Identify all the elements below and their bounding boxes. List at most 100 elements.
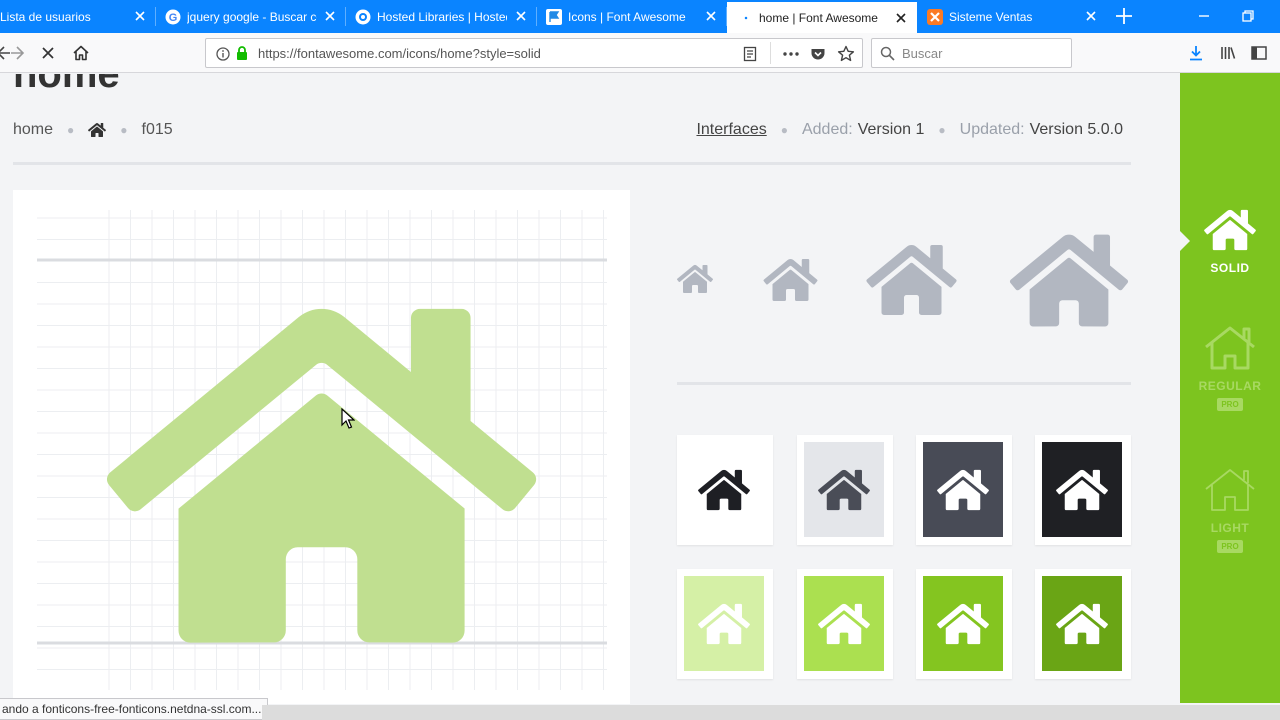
home-swatch-icon — [698, 603, 750, 644]
tab-icons-font-awesome[interactable]: Icons | Font Awesome — [537, 0, 727, 33]
swatch-background — [804, 576, 884, 671]
home-glyph-icon — [88, 123, 107, 137]
updated-label: Updated: — [959, 121, 1025, 138]
minimize-icon[interactable] — [1196, 8, 1212, 24]
home-swatch-icon — [937, 603, 989, 644]
tab-jquery-google[interactable]: G jquery google - Buscar con Google — [156, 0, 346, 33]
secure-lock-icon[interactable] — [235, 45, 249, 61]
tab-lista-de-usuarios[interactable]: Lista de usuarios — [0, 0, 156, 33]
close-icon[interactable] — [1083, 8, 1099, 24]
horizontal-scrollbar[interactable] — [262, 705, 1280, 720]
added-version: Version 1 — [857, 121, 925, 138]
tab-label: home | Font Awesome — [759, 10, 878, 25]
close-icon[interactable] — [893, 10, 909, 26]
swatch-background — [804, 442, 884, 537]
style-option-solid[interactable]: SOLID — [1180, 207, 1280, 275]
library-icon[interactable] — [1219, 44, 1237, 62]
tab-home-font-awesome[interactable]: home | Font Awesome — [727, 0, 917, 33]
color-swatch-tile[interactable] — [797, 569, 893, 679]
tab-label: jquery google - Buscar con Google — [187, 9, 317, 24]
search-box[interactable]: Buscar — [871, 38, 1072, 68]
reader-view-icon[interactable] — [742, 46, 758, 62]
pocket-icon[interactable] — [810, 46, 826, 62]
home-swatch-icon — [1056, 603, 1108, 644]
url-bar[interactable]: https://fontawesome.com/icons/home?style… — [205, 38, 863, 68]
divider — [677, 382, 1131, 385]
color-swatch-tile[interactable] — [1035, 569, 1131, 679]
svg-text:G: G — [169, 12, 178, 24]
downloads-icon[interactable] — [1187, 44, 1205, 62]
home-swatch-icon — [937, 469, 989, 510]
restore-icon[interactable] — [1240, 8, 1256, 24]
tab-sisteme-ventas[interactable]: Sisteme Ventas — [917, 0, 1107, 33]
color-swatch-tile[interactable] — [677, 435, 773, 545]
color-swatch-tile[interactable] — [916, 569, 1012, 679]
stop-loading-icon[interactable] — [39, 44, 57, 62]
search-icon — [880, 46, 895, 61]
mouse-cursor-icon — [341, 408, 355, 429]
icon-name-label: home — [13, 121, 54, 138]
style-label-solid: SOLID — [1210, 261, 1250, 275]
style-option-light[interactable]: LIGHT PRO — [1180, 467, 1280, 554]
new-tab-plus-icon[interactable] — [1113, 5, 1135, 27]
updated-version: Version 5.0.0 — [1029, 121, 1123, 138]
loading-dot-icon — [744, 16, 748, 19]
home-regular-icon — [1205, 326, 1255, 370]
icon-meta-row: home ● ● f015 Interfaces ● Added: Versio… — [13, 121, 1131, 143]
bookmark-star-icon[interactable] — [837, 45, 855, 63]
tab-strip: Lista de usuarios G jquery google - Busc… — [0, 0, 1280, 33]
page-content: home home ● ● f015 Interfaces ● Added: V… — [0, 74, 1180, 704]
home-solid-icon — [1204, 209, 1256, 251]
swatch-background — [923, 576, 1003, 671]
home-swatch-icon — [818, 603, 870, 644]
home-light-icon — [1205, 469, 1255, 511]
home-icon-size-3x — [866, 245, 957, 315]
divider — [13, 162, 1131, 165]
color-swatch-tile[interactable] — [797, 435, 893, 545]
tab-label: Lista de usuarios — [0, 9, 91, 24]
category-link-interfaces[interactable]: Interfaces — [696, 121, 766, 139]
status-tooltip: ando a fonticons-free-fonticons.netdna-s… — [0, 698, 269, 720]
active-style-pointer — [1180, 231, 1190, 251]
style-label-regular: REGULAR — [1198, 379, 1262, 393]
color-swatch-tile[interactable] — [916, 435, 1012, 545]
home-icon-size-2x — [763, 259, 818, 301]
grid-preview-canvas — [37, 210, 607, 690]
color-swatch-tile[interactable] — [1035, 435, 1131, 545]
home-icon-size-4x — [1009, 234, 1129, 327]
unicode-label: f015 — [141, 121, 173, 138]
info-icon[interactable] — [216, 47, 230, 61]
pro-badge: PRO — [1217, 540, 1243, 553]
search-placeholder: Buscar — [902, 46, 943, 61]
navigation-toolbar: https://fontawesome.com/icons/home?style… — [0, 33, 1280, 73]
icon-preview-panel — [13, 190, 630, 704]
xampp-icon — [927, 8, 943, 25]
google-icon: G — [165, 9, 181, 24]
tab-label: Hosted Libraries | Hosted Libraries — [377, 9, 507, 24]
url-text: https://fontawesome.com/icons/home?style… — [258, 46, 541, 61]
tab-hosted-libraries[interactable]: Hosted Libraries | Hosted Libraries — [346, 0, 537, 33]
separator-dot: ● — [780, 123, 788, 137]
home-swatch-icon — [698, 469, 750, 510]
page-actions-more-icon[interactable] — [782, 46, 800, 62]
style-selector-sidebar: SOLID REGULAR PRO LIGHT PRO — [1180, 73, 1280, 703]
close-icon[interactable] — [513, 8, 529, 24]
swatch-background — [684, 576, 764, 671]
sidebar-toggle-icon[interactable] — [1250, 44, 1268, 62]
tab-label: Sisteme Ventas — [949, 9, 1033, 24]
forward-icon[interactable] — [9, 44, 27, 62]
swatch-background — [684, 442, 764, 537]
close-icon[interactable] — [703, 8, 719, 24]
color-swatch-tile[interactable] — [677, 569, 773, 679]
home-swatch-icon — [818, 469, 870, 510]
close-icon[interactable] — [322, 8, 338, 24]
home-swatch-icon — [1056, 469, 1108, 510]
close-icon[interactable] — [132, 8, 148, 24]
pro-badge: PRO — [1217, 398, 1243, 411]
home-icon[interactable] — [72, 44, 90, 62]
home-preview-icon — [106, 308, 537, 643]
style-option-regular[interactable]: REGULAR PRO — [1180, 325, 1280, 412]
separator-dot: ● — [938, 123, 946, 137]
style-label-light: LIGHT — [1210, 521, 1250, 535]
font-awesome-flag-icon — [546, 8, 562, 25]
